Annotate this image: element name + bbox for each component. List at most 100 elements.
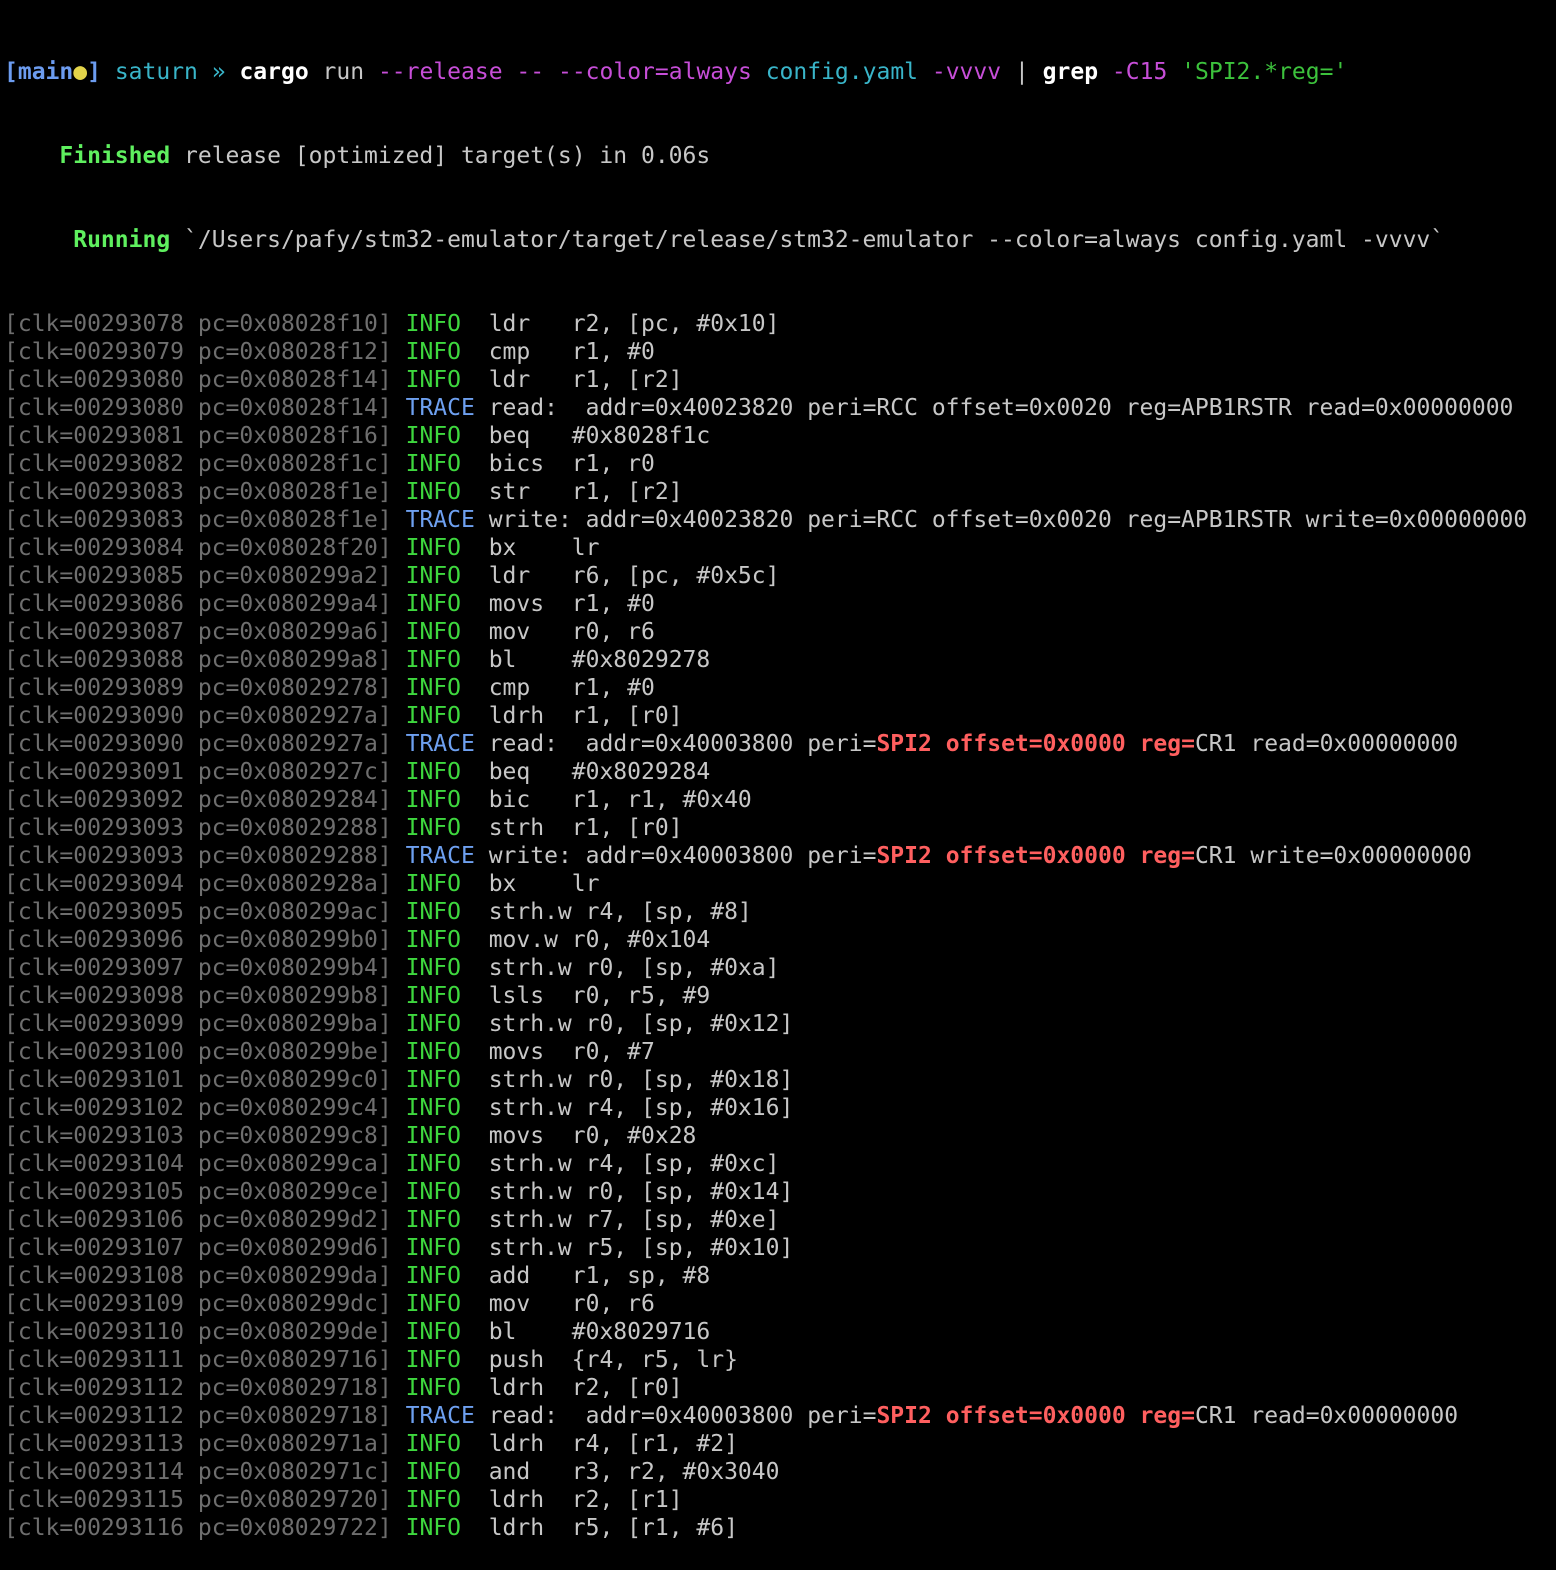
log-message: str r1, [r2]: [488, 479, 683, 505]
log-line: [clk=00293085 pc=0x080299a2] INFO ldr r6…: [4, 562, 1556, 590]
log-prefix: [clk=00293100 pc=0x080299be]: [4, 1039, 392, 1065]
log-prefix: [clk=00293095 pc=0x080299ac]: [4, 899, 392, 925]
log-level: TRACE: [405, 507, 475, 533]
cargo-finished-text: release [optimized] target(s) in 0.06s: [170, 143, 711, 169]
log-level: INFO: [405, 1515, 461, 1541]
log-level: INFO: [405, 1179, 461, 1205]
log-line: [clk=00293089 pc=0x08029278] INFO cmp r1…: [4, 674, 1556, 702]
log-message: strh.w r5, [sp, #0x10]: [488, 1235, 794, 1261]
log-line: [clk=00293078 pc=0x08028f10] INFO ldr r2…: [4, 310, 1556, 338]
log-line: [clk=00293096 pc=0x080299b0] INFO mov.w …: [4, 926, 1556, 954]
grep-match-reg: reg=: [1139, 1403, 1195, 1429]
log-message: strh.w r0, [sp, #0xa]: [488, 955, 780, 981]
command-flag-verbose: -vvvv: [918, 59, 1002, 85]
log-level: INFO: [405, 787, 461, 813]
command-config-file: config.yaml: [751, 59, 919, 85]
log-level: INFO: [405, 759, 461, 785]
log-line: [clk=00293084 pc=0x08028f20] INFO bx lr: [4, 534, 1556, 562]
log-line: [clk=00293111 pc=0x08029716] INFO push {…: [4, 1346, 1556, 1374]
log-level: INFO: [405, 983, 461, 1009]
log-message: push {r4, r5, lr}: [488, 1347, 738, 1373]
log-message: bic r1, r1, #0x40: [488, 787, 752, 813]
log-message-tail: CR1 read=0x00000000: [1194, 731, 1459, 757]
log-message: lsls r0, r5, #9: [488, 983, 711, 1009]
log-level: TRACE: [405, 843, 475, 869]
log-prefix: [clk=00293093 pc=0x08029288]: [4, 843, 392, 869]
prompt-close-bracket: ]: [87, 59, 101, 85]
log-message: ldr r2, [pc, #0x10]: [488, 311, 780, 337]
log-line: [clk=00293106 pc=0x080299d2] INFO strh.w…: [4, 1206, 1556, 1234]
log-level: INFO: [405, 1431, 461, 1457]
log-prefix: [clk=00293106 pc=0x080299d2]: [4, 1207, 392, 1233]
log-prefix: [clk=00293115 pc=0x08029720]: [4, 1487, 392, 1513]
log-message: bl #0x8029716: [488, 1319, 711, 1345]
log-level: INFO: [405, 1039, 461, 1065]
log-prefix: [clk=00293092 pc=0x08029284]: [4, 787, 392, 813]
log-line: [clk=00293092 pc=0x08029284] INFO bic r1…: [4, 786, 1556, 814]
log-message: mov r0, r6: [488, 619, 655, 645]
log-prefix: [clk=00293082 pc=0x08028f1c]: [4, 451, 392, 477]
log-level: INFO: [405, 1487, 461, 1513]
terminal-output[interactable]: [main●] saturn » cargo run --release -- …: [4, 2, 1556, 1541]
log-prefix: [clk=00293113 pc=0x0802971a]: [4, 1431, 392, 1457]
log-prefix: [clk=00293090 pc=0x0802927a]: [4, 703, 392, 729]
log-line: [clk=00293115 pc=0x08029720] INFO ldrh r…: [4, 1486, 1556, 1514]
log-message: strh r1, [r0]: [488, 815, 683, 841]
log-level: INFO: [405, 423, 461, 449]
command-flag-separator: --: [502, 59, 545, 85]
log-level: INFO: [405, 479, 461, 505]
log-prefix: [clk=00293091 pc=0x0802927c]: [4, 759, 392, 785]
grep-match-offset: offset=0x0000: [945, 843, 1126, 869]
log-prefix: [clk=00293105 pc=0x080299ce]: [4, 1179, 392, 1205]
git-branch-name: main: [17, 59, 74, 85]
log-level: INFO: [405, 339, 461, 365]
log-message: strh.w r0, [sp, #0x18]: [488, 1067, 794, 1093]
cargo-running-line: Running `/Users/pafy/stm32-emulator/targ…: [4, 226, 1556, 254]
log-message: ldr r1, [r2]: [488, 367, 683, 393]
log-level: INFO: [405, 1319, 461, 1345]
log-message: write: addr=0x40023820 peri=RCC offset=0…: [488, 507, 1528, 533]
log-line: [clk=00293109 pc=0x080299dc] INFO mov r0…: [4, 1290, 1556, 1318]
log-level: INFO: [405, 899, 461, 925]
command-flag-color: --color=always: [544, 59, 752, 85]
log-level: INFO: [405, 675, 461, 701]
log-prefix: [clk=00293087 pc=0x080299a6]: [4, 619, 392, 645]
grep-match-peri: SPI2: [876, 843, 932, 869]
prompt-hostname: saturn: [100, 59, 198, 85]
log-prefix: [clk=00293078 pc=0x08028f10]: [4, 311, 392, 337]
log-prefix: [clk=00293080 pc=0x08028f14]: [4, 367, 392, 393]
log-line: [clk=00293113 pc=0x0802971a] INFO ldrh r…: [4, 1430, 1556, 1458]
log-message: beq #0x8029284: [488, 759, 711, 785]
log-line: [clk=00293107 pc=0x080299d6] INFO strh.w…: [4, 1234, 1556, 1262]
log-level: TRACE: [405, 1403, 475, 1429]
log-line: [clk=00293086 pc=0x080299a4] INFO movs r…: [4, 590, 1556, 618]
log-line: [clk=00293088 pc=0x080299a8] INFO bl #0x…: [4, 646, 1556, 674]
log-line: [clk=00293103 pc=0x080299c8] INFO movs r…: [4, 1122, 1556, 1150]
log-line: [clk=00293098 pc=0x080299b8] INFO lsls r…: [4, 982, 1556, 1010]
log-line: [clk=00293090 pc=0x0802927a] INFO ldrh r…: [4, 702, 1556, 730]
log-message: write: addr=0x40003800 peri=: [488, 843, 877, 869]
log-prefix: [clk=00293111 pc=0x08029716]: [4, 1347, 392, 1373]
log-message: read: addr=0x40023820 peri=RCC offset=0x…: [488, 395, 1514, 421]
log-message: cmp r1, #0: [488, 675, 655, 701]
log-prefix: [clk=00293112 pc=0x08029718]: [4, 1403, 392, 1429]
log-prefix: [clk=00293080 pc=0x08028f14]: [4, 395, 392, 421]
log-message: ldr r6, [pc, #0x5c]: [488, 563, 780, 589]
command-pipe: |: [1001, 59, 1029, 85]
command-grep: grep: [1028, 59, 1099, 85]
log-message: ldrh r2, [r1]: [488, 1487, 683, 1513]
grep-match-offset: offset=0x0000: [945, 1403, 1126, 1429]
log-message: beq #0x8028f1c: [488, 423, 711, 449]
log-line: [clk=00293112 pc=0x08029718] TRACE read:…: [4, 1402, 1556, 1430]
grep-match-offset: offset=0x0000: [945, 731, 1126, 757]
command-flag-release: --release: [364, 59, 503, 85]
log-level: INFO: [405, 563, 461, 589]
log-level: INFO: [405, 591, 461, 617]
log-message: strh.w r0, [sp, #0x12]: [488, 1011, 794, 1037]
log-level: INFO: [405, 815, 461, 841]
log-prefix: [clk=00293089 pc=0x08029278]: [4, 675, 392, 701]
cargo-finished-line: Finished release [optimized] target(s) i…: [4, 142, 1556, 170]
log-level: INFO: [405, 1459, 461, 1485]
log-message: ldrh r4, [r1, #2]: [488, 1431, 738, 1457]
log-level: INFO: [405, 1011, 461, 1037]
